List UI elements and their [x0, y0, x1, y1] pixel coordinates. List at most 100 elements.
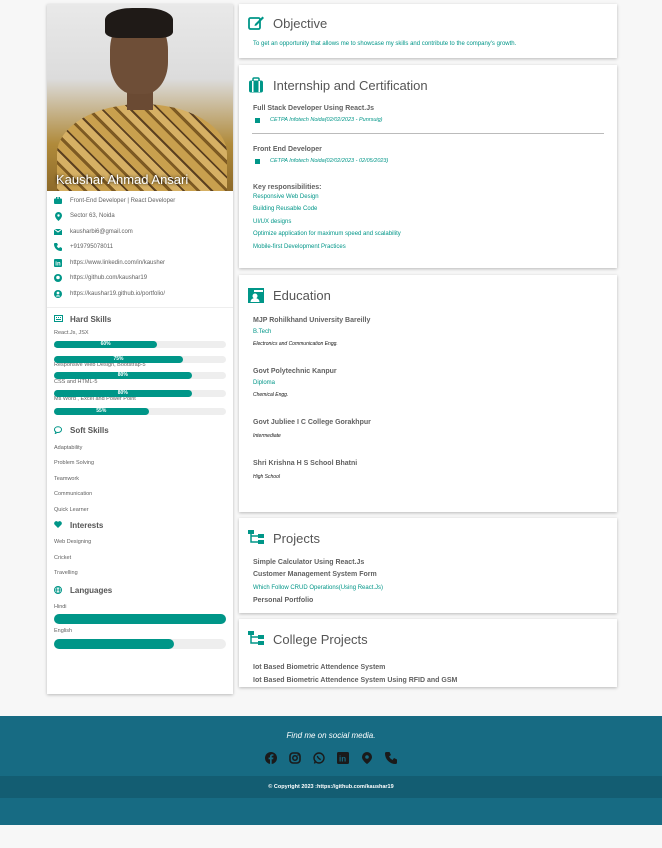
language-label: Hindi [54, 603, 67, 610]
github-link[interactable]: https://github.com/kaushar19 [70, 275, 147, 281]
skill-label: React.Js, JSX [54, 329, 89, 336]
instagram-icon[interactable] [289, 752, 301, 764]
phone-icon [54, 243, 62, 252]
internship-entry: Full Stack Developer Using React.Js CETP… [239, 105, 617, 123]
copyright: © Copyright 2023 :https://github.com/kau… [0, 776, 662, 798]
suitcase-icon [248, 77, 264, 93]
phone-row[interactable]: +919795078011 [54, 240, 233, 256]
skill-bar: 55% [54, 407, 226, 415]
portfolio-row[interactable]: https://kaushar19.github.io/portfolio/ [54, 286, 233, 302]
project-note: Which Follow CRUD Operations(Using React… [253, 585, 384, 591]
language-fill [54, 614, 226, 624]
degree: B.Tech [253, 329, 272, 335]
svg-text:in: in [55, 261, 61, 267]
skill-bar: 60% [54, 340, 226, 348]
list-item: Problem Solving [54, 460, 95, 466]
objective-title: Objective [273, 15, 328, 31]
degree: Diploma [253, 380, 276, 386]
skill-fill: 60% [54, 340, 158, 348]
education-card: Education MJP Rohilkhand University Bare… [239, 275, 617, 512]
skill-fill: 75% [54, 355, 183, 363]
college-projects-card: College Projects Iot Based Biometric Att… [239, 619, 617, 687]
github-row[interactable]: https://github.com/kaushar19 [54, 271, 233, 287]
interests-list: Web Designing Cricket Travelling [47, 535, 233, 582]
location-icon[interactable] [361, 752, 373, 764]
svg-text:in: in [339, 755, 346, 764]
education-entry: Govt Polytechnic Kanpur Diploma Chemical… [239, 368, 617, 398]
internship-date: CETPA Infotech Noida(02/02/2023 - Punrsu… [253, 117, 617, 123]
internship-entry: Front End Developer CETPA Infotech Noida… [239, 146, 617, 164]
language-bar [54, 614, 226, 624]
linkedin-link[interactable]: https://www.linkedin.com/in/kausher [70, 260, 165, 266]
envelope-icon [54, 228, 62, 236]
school-name: Shri Krishna H S School Bhatni [253, 460, 358, 467]
list-item: Travelling [54, 570, 78, 576]
field: Chemical Engg. [253, 392, 289, 398]
projects-list: Simple Calculator Using React.Js Custome… [239, 557, 617, 606]
responsibilities-title: Key responsibilities: [253, 184, 322, 191]
field: Intermediate [253, 433, 281, 439]
hard-skills-heading: Hard Skills [47, 313, 233, 327]
responsibility-item: Responsive Web Design [253, 194, 319, 200]
phone-icon[interactable] [385, 752, 397, 764]
list-item: Quick Learner [54, 506, 89, 513]
internship-card: Internship and Certification Full Stack … [239, 65, 617, 268]
linkedin-icon[interactable]: in [337, 752, 349, 764]
interests-heading: Interests [47, 518, 233, 532]
profile-sidebar: Kaushar Ahmad Ansari Front-End Developer… [47, 4, 233, 694]
linkedin-row[interactable]: in https://www.linkedin.com/in/kausher [54, 255, 233, 271]
footer: Find me on social media. in © Copyright … [0, 716, 662, 825]
education-title: Education [273, 287, 331, 303]
objective-card: Objective To get an opportunity that all… [239, 4, 617, 58]
field: Electronics and Communication Engg. [253, 341, 338, 347]
user-circle-icon [54, 289, 62, 298]
sitemap-icon [248, 530, 264, 546]
skill-fill: 55% [54, 407, 149, 415]
globe-icon [54, 585, 62, 596]
calendar-icon [255, 117, 260, 123]
responsibility-item: Mobile-first Development Practices [253, 243, 346, 250]
objective-text: To get an opportunity that allows me to … [253, 41, 517, 47]
hard-skills-list: React.Js, JSX 60% JavaScript, REST API(G… [47, 329, 233, 415]
internship-heading: Full Stack Developer Using React.Js [253, 105, 374, 112]
email-text[interactable]: kausharbi6@gmail.com [70, 229, 133, 235]
social-icons: in [0, 752, 662, 764]
location-icon [54, 211, 62, 221]
list-item: Communication [54, 491, 93, 497]
school-name: Govt Polytechnic Kanpur [253, 368, 337, 375]
soft-skills-heading: Soft Skills [47, 424, 233, 438]
project-item: Iot Based Biometric Attendence System [253, 664, 386, 671]
location-row: Sector 63, Noida [54, 209, 233, 225]
internship-heading: Front End Developer [253, 146, 322, 153]
calendar-icon [255, 158, 260, 164]
internship-date: CETPA Infotech Noida(02/02/2023 - 02/05/… [253, 158, 617, 164]
role-text: Front-End Developer | React Developer [70, 197, 176, 204]
languages-heading: Languages [47, 584, 233, 598]
chat-icon [53, 425, 63, 436]
list-item: Adaptability [54, 444, 83, 451]
skill-bar: 80% [54, 371, 226, 379]
list-item: Web Designing [54, 539, 92, 545]
linkedin-icon: in [54, 258, 62, 267]
facebook-icon[interactable] [265, 752, 277, 764]
skill-bar: 80% [54, 389, 226, 397]
whatsapp-icon[interactable] [313, 752, 325, 764]
responsibility-item: UI/UX designs [253, 218, 292, 225]
email-row[interactable]: kausharbi6@gmail.com [54, 224, 233, 240]
project-item: Customer Management System Form [253, 571, 377, 578]
profile-name: Kaushar Ahmad Ansari [56, 172, 189, 187]
education-entry: MJP Rohilkhand University Bareilly B.Tec… [239, 317, 617, 347]
field: High School [253, 474, 280, 480]
language-bar [54, 638, 226, 649]
internship-title: Internship and Certification [273, 77, 428, 93]
contact-info: Front-End Developer | React Developer Se… [47, 191, 233, 302]
phone-text[interactable]: +919795078011 [70, 244, 113, 250]
github-icon [54, 274, 62, 283]
heart-icon [54, 520, 62, 530]
portfolio-link[interactable]: https://kaushar19.github.io/portfolio/ [70, 291, 165, 297]
college-projects-title: College Projects [273, 631, 368, 647]
graduation-icon [248, 287, 264, 303]
list-item: Cricket [54, 554, 72, 561]
sitemap-icon [248, 631, 264, 647]
soft-skills-list: Adaptability Problem Solving Teamwork Co… [47, 441, 233, 519]
